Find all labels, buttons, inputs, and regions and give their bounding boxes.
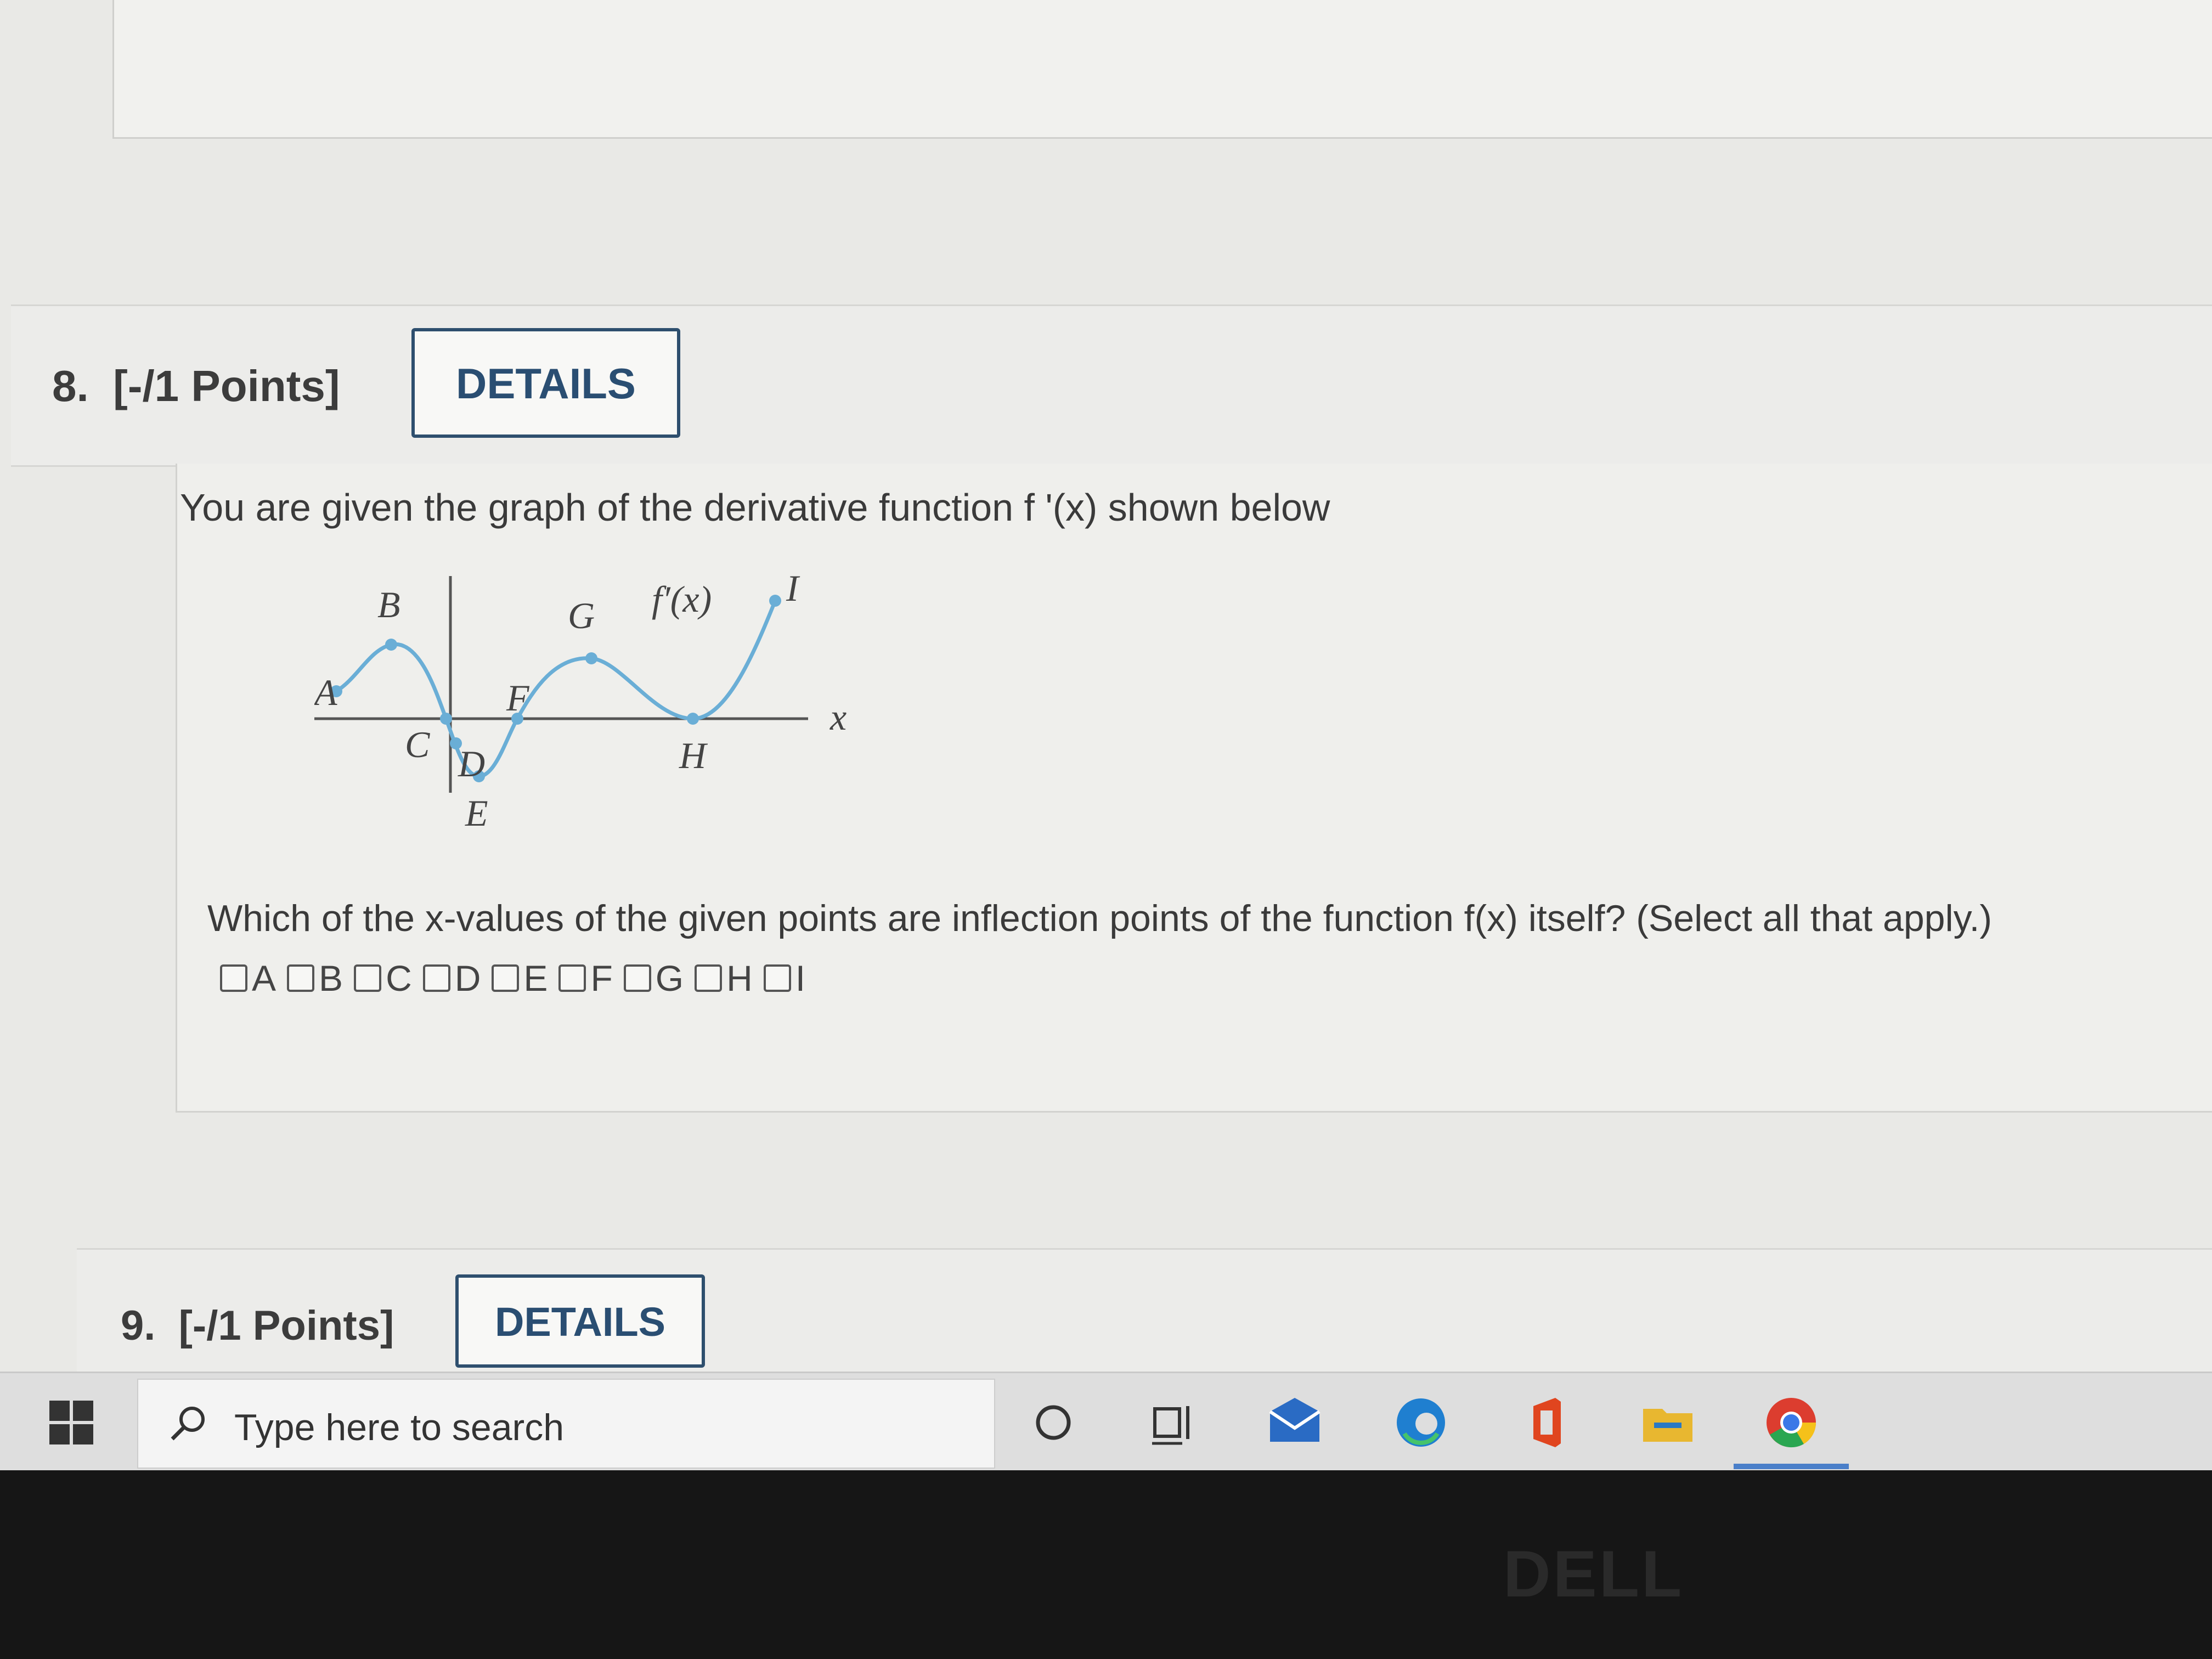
- office-icon[interactable]: [1520, 1395, 1575, 1450]
- function-label: f′(x): [652, 578, 712, 620]
- choice-b[interactable]: B: [287, 957, 343, 999]
- question-8-points: [-/1 Points]: [113, 362, 340, 410]
- checkbox-g[interactable]: [623, 964, 651, 992]
- question-8-question: Which of the x-values of the given point…: [207, 898, 1993, 939]
- label-c: C: [405, 724, 430, 765]
- question-9-points: [-/1 Points]: [178, 1302, 394, 1349]
- checkbox-f[interactable]: [558, 964, 586, 992]
- question-8-header: 8. [-/1 Points] DETAILS: [11, 304, 2212, 467]
- task-view-icon[interactable]: [1147, 1395, 1201, 1450]
- choice-c[interactable]: C: [354, 957, 412, 999]
- choice-b-label: B: [319, 958, 343, 998]
- point-c: [440, 713, 452, 725]
- point-h: [687, 713, 699, 725]
- question-8-details-button[interactable]: DETAILS: [411, 328, 680, 438]
- taskbar-search-box[interactable]: Type here to search: [137, 1379, 995, 1469]
- choice-a-label: A: [252, 958, 276, 998]
- label-g: G: [568, 595, 595, 636]
- point-b: [385, 639, 397, 651]
- label-e: E: [465, 792, 488, 826]
- mail-icon[interactable]: [1267, 1395, 1322, 1450]
- choice-d-label: D: [454, 958, 481, 998]
- choice-i-label: I: [795, 958, 806, 998]
- label-f: F: [506, 677, 530, 719]
- question-9-header: 9. [-/1 Points] DETAILS: [77, 1248, 2212, 1376]
- laptop-bezel: DELL: [0, 1470, 2212, 1659]
- derivative-curve: [335, 600, 777, 778]
- choice-g-label: G: [655, 958, 684, 998]
- x-axis-label: x: [830, 696, 847, 738]
- label-a: A: [314, 672, 337, 713]
- choice-e-label: E: [523, 958, 548, 998]
- choice-h-label: H: [726, 958, 753, 998]
- edge-icon[interactable]: [1393, 1395, 1448, 1450]
- choice-g[interactable]: G: [623, 957, 684, 999]
- label-d: D: [458, 743, 485, 785]
- file-explorer-icon[interactable]: [1640, 1395, 1695, 1450]
- choice-i[interactable]: I: [763, 957, 806, 999]
- cortana-icon[interactable]: [1026, 1395, 1081, 1450]
- taskbar: Type here to search: [0, 1372, 2212, 1472]
- choice-c-label: C: [386, 958, 412, 998]
- question-9-number: 9.: [121, 1302, 156, 1349]
- derivative-graph: A B C D E F G H I f′(x) x: [314, 567, 847, 826]
- checkbox-b[interactable]: [287, 964, 315, 992]
- chrome-icon[interactable]: [1764, 1395, 1819, 1450]
- checkbox-i[interactable]: [763, 964, 791, 992]
- previous-question-box: [112, 0, 2212, 139]
- choice-d[interactable]: D: [422, 957, 481, 999]
- windows-icon[interactable]: [49, 1401, 93, 1444]
- label-i: I: [786, 567, 800, 609]
- search-placeholder: Type here to search: [234, 1407, 565, 1448]
- question-8-prompt: You are given the graph of the derivativ…: [180, 486, 1330, 529]
- choice-f[interactable]: F: [558, 957, 613, 999]
- label-b: B: [377, 584, 400, 625]
- question-8-title: 8. [-/1 Points]: [52, 361, 340, 411]
- checkbox-e[interactable]: [492, 964, 520, 992]
- question-9-details-button[interactable]: DETAILS: [455, 1274, 705, 1368]
- dell-logo: DELL: [1503, 1537, 1684, 1611]
- checkbox-h[interactable]: [695, 964, 723, 992]
- choice-a[interactable]: A: [220, 957, 276, 999]
- checkbox-d[interactable]: [422, 964, 450, 992]
- question-8-number: 8.: [52, 362, 89, 410]
- label-h: H: [679, 735, 708, 776]
- question-8-body: You are given the graph of the derivativ…: [176, 464, 2212, 1113]
- point-g: [585, 652, 597, 664]
- chrome-active-indicator: [1734, 1464, 1849, 1469]
- checkbox-c[interactable]: [354, 964, 382, 992]
- search-icon: [171, 1407, 205, 1441]
- question-9-title: 9. [-/1 Points]: [121, 1302, 394, 1350]
- checkbox-a[interactable]: [220, 964, 247, 992]
- choice-e[interactable]: E: [492, 957, 548, 999]
- answer-choices: A B C D E F G H I: [220, 957, 805, 999]
- choice-h[interactable]: H: [695, 957, 753, 999]
- point-i: [769, 595, 781, 607]
- choice-f-label: F: [590, 958, 613, 998]
